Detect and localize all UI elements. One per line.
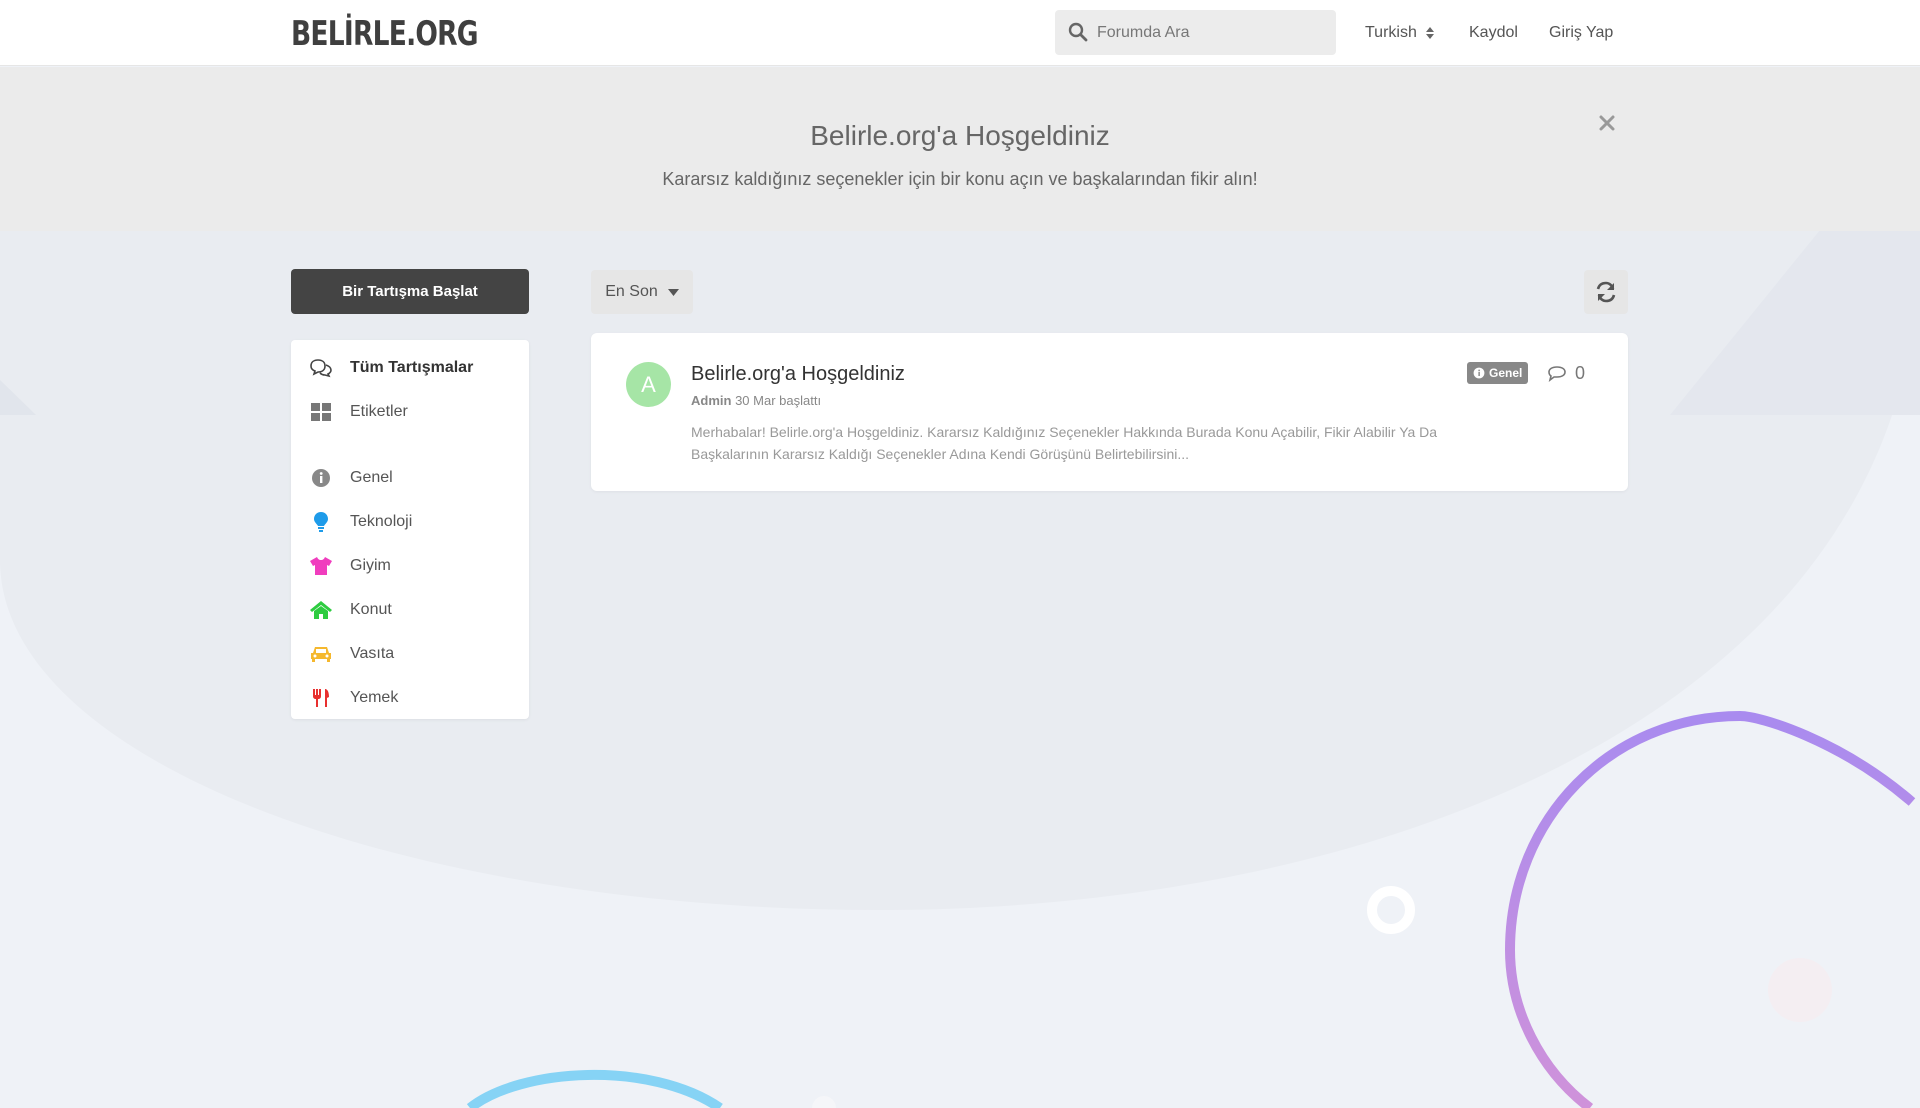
language-selector[interactable]: Turkish [1365,24,1435,42]
info-circle-icon [1473,367,1485,379]
sort-dropdown[interactable]: En Son [591,270,693,314]
search-box[interactable] [1055,10,1336,55]
sidebar-item-genel[interactable]: Genel [309,464,519,492]
sidebar-item-all-discussions[interactable]: Tüm Tartışmalar [309,354,519,382]
sidebar-item-label: Konut [350,601,392,618]
reply-count: 0 [1547,363,1585,384]
search-input[interactable] [1097,12,1317,53]
sort-label: En Son [605,283,658,300]
info-circle-icon [309,467,333,489]
car-icon [309,643,333,665]
sidebar-item-label: Teknoloji [350,513,413,530]
sidebar-item-label: Etiketler [350,403,408,420]
comment-icon [1548,365,1566,382]
sidebar-item-tags[interactable]: Etiketler [309,398,519,426]
tag-badge-label: Genel [1489,366,1523,380]
refresh-button[interactable] [1584,270,1628,314]
site-logo[interactable]: BELİRLE.ORG [291,14,479,54]
start-discussion-button[interactable]: Bir Tartışma Başlat [291,269,529,314]
reply-count-value: 0 [1575,363,1586,383]
sidebar-item-label: Yemek [350,689,399,706]
discussion-excerpt: Merhabalar! Belirle.org'a Hoşgeldiniz. K… [691,424,1438,462]
sidebar-item-label: Tüm Tartışmalar [350,359,474,376]
sidebar-item-teknoloji[interactable]: Teknoloji [309,508,519,536]
discussion-meta: Admin 30 Mar başlattı [691,393,821,408]
home-icon [309,599,333,621]
sidebar-item-yemek[interactable]: Yemek [309,684,519,712]
comments-icon [309,357,333,379]
search-icon [1068,22,1088,42]
signup-link[interactable]: Kaydol [1469,24,1518,42]
sort-arrows-icon [1425,27,1434,39]
sidebar-item-label: Genel [350,469,393,486]
sidebar-item-giyim[interactable]: Giyim [309,552,519,580]
discussion-author[interactable]: Admin [691,393,731,408]
caret-down-icon [667,288,679,296]
sidebar-item-vasita[interactable]: Vasıta [309,640,519,668]
tag-badge[interactable]: Genel [1467,362,1529,384]
sidebar-item-konut[interactable]: Konut [309,596,519,624]
lightbulb-icon [309,511,333,533]
language-label: Turkish [1365,24,1417,41]
tags-grid-icon [309,401,333,423]
sidebar-item-label: Vasıta [350,645,395,662]
close-icon[interactable] [1596,112,1618,134]
discussion-title[interactable]: Belirle.org'a Hoşgeldiniz [691,363,905,386]
hero-title: Belirle.org'a Hoşgeldiniz [810,120,1110,151]
login-link[interactable]: Giriş Yap [1549,24,1613,42]
refresh-icon [1596,281,1616,303]
discussion-time: 30 Mar başlattı [735,393,822,408]
avatar[interactable]: A [626,362,671,407]
discussion-list-item[interactable]: A Belirle.org'a Hoşgeldiniz Admin 30 Mar… [591,333,1628,491]
top-header: BELİRLE.ORG Turkish Kaydol Giriş Yap [0,0,1920,66]
sidebar-item-label: Giyim [350,557,391,574]
utensils-icon [309,687,333,709]
hero-subtitle: Kararsız kaldığınız seçenekler için bir … [662,169,1258,189]
tshirt-icon [309,555,333,577]
sidebar-nav: Tüm Tartışmalar Etiketler Genel Teknoloj… [291,340,529,719]
welcome-hero: Belirle.org'a Hoşgeldiniz Kararsız kaldı… [0,67,1920,231]
